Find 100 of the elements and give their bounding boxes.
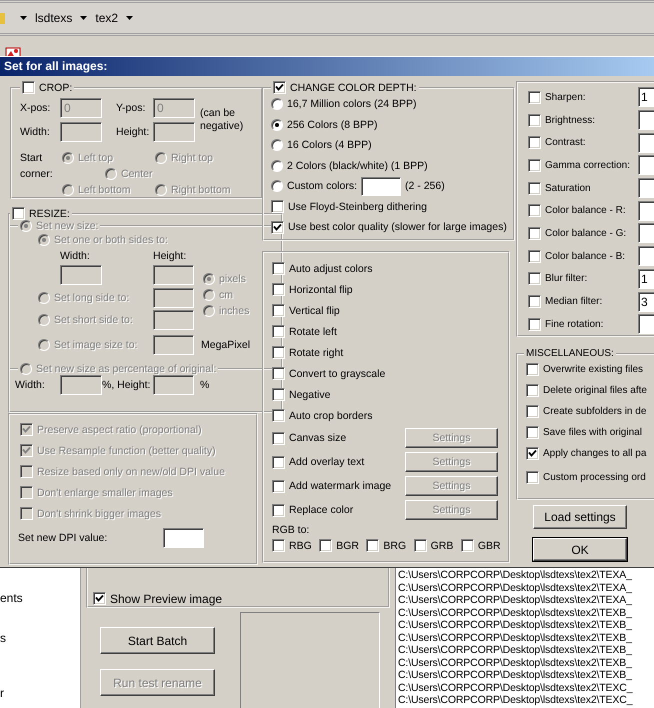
breadcrumb[interactable]: lsdtexs	[34, 11, 74, 25]
radio-button[interactable]	[271, 160, 283, 172]
checkbox[interactable]	[528, 295, 541, 308]
input-field[interactable]	[60, 375, 102, 395]
breadcrumb[interactable]: tex2	[94, 11, 120, 25]
input-field[interactable]	[638, 178, 654, 198]
radio-button[interactable]	[38, 234, 50, 246]
input-field[interactable]	[638, 223, 654, 244]
radio-button[interactable]	[203, 289, 215, 301]
input-field[interactable]	[638, 110, 654, 130]
radio-button[interactable]	[20, 363, 32, 375]
checkbox[interactable]	[20, 465, 33, 478]
checkbox[interactable]	[528, 158, 541, 172]
file-path[interactable]: C:\Users\CORPCORP\Desktop\lsdtexs\tex2\TEXB_	[398, 656, 654, 669]
radio-button[interactable]	[38, 339, 50, 351]
file-path[interactable]: C:\Users\CORPCORP\Desktop\lsdtexs\tex2\TEXB_	[398, 632, 654, 644]
input-field[interactable]	[153, 288, 194, 308]
checkbox[interactable]	[528, 226, 541, 240]
radio-button[interactable]	[38, 292, 50, 304]
checkbox[interactable]	[526, 384, 539, 397]
checkbox[interactable]	[526, 363, 539, 376]
input-field[interactable]	[361, 176, 402, 196]
checkbox[interactable]	[272, 409, 285, 422]
checkbox[interactable]	[528, 90, 541, 104]
input-field[interactable]: 1	[638, 268, 654, 289]
radio-button[interactable]	[62, 184, 74, 196]
checkbox[interactable]	[272, 432, 285, 444]
file-path[interactable]: C:\Users\CORPCORP\Desktop\lsdtexs\tex2\TEXB_	[398, 606, 654, 619]
input-field[interactable]	[153, 310, 194, 330]
input-field[interactable]: 3	[638, 292, 654, 312]
input-field[interactable]	[60, 265, 102, 285]
checkbox[interactable]	[271, 220, 284, 234]
file-path[interactable]: C:\Users\CORPCORP\Desktop\lsdtexs\tex2\TEXA_	[398, 569, 654, 582]
radio-button[interactable]	[38, 314, 50, 326]
checkbox[interactable]	[272, 504, 285, 516]
radio-button[interactable]	[271, 98, 283, 110]
checkbox[interactable]	[528, 136, 541, 150]
radio-button[interactable]	[105, 168, 117, 180]
checkbox[interactable]	[20, 444, 33, 457]
checkbox[interactable]	[528, 114, 541, 127]
input-field[interactable]	[153, 335, 194, 355]
checkbox[interactable]	[20, 507, 33, 520]
radio-button[interactable]	[203, 273, 215, 285]
checkbox[interactable]	[272, 304, 285, 317]
checkbox[interactable]	[366, 539, 380, 552]
input-field[interactable]	[638, 314, 654, 334]
checkbox[interactable]	[22, 81, 35, 94]
checkbox[interactable]	[12, 207, 25, 220]
file-path[interactable]: C:\Users\CORPCORP\Desktop\lsdtexs\tex2\TEXA_	[398, 582, 654, 594]
checkbox[interactable]	[272, 456, 285, 468]
checkbox[interactable]	[272, 283, 285, 296]
checkbox[interactable]	[528, 250, 541, 263]
batch-button[interactable]: Start Batch	[100, 627, 215, 654]
input-field[interactable]	[60, 122, 102, 142]
checkbox[interactable]	[272, 388, 285, 401]
checkbox[interactable]	[526, 426, 539, 439]
dialog-button[interactable]: OK	[533, 538, 627, 561]
radio-button[interactable]	[62, 152, 74, 164]
file-path[interactable]: C:\Users\CORPCORP\Desktop\lsdtexs\tex2\TEXB_	[398, 669, 654, 682]
checkbox[interactable]	[20, 486, 33, 499]
radio-button[interactable]	[271, 180, 283, 192]
checkbox[interactable]	[272, 262, 285, 275]
checkbox[interactable]	[271, 200, 284, 214]
file-path[interactable]: C:\Users\CORPCORP\Desktop\lsdtexs\tex2\TEXB_	[398, 619, 654, 632]
file-path[interactable]: C:\Users\CORPCORP\Desktop\lsdtexs\tex2\TEXC_	[398, 682, 654, 694]
checkbox[interactable]	[528, 204, 541, 218]
radio-button[interactable]	[271, 118, 283, 131]
checkbox[interactable]	[319, 539, 332, 552]
checkbox[interactable]	[528, 318, 541, 331]
file-path[interactable]: C:\Users\CORPCORP\Desktop\lsdtexs\tex2\TEXC_	[398, 694, 654, 706]
checkbox[interactable]	[272, 480, 285, 492]
radio-button[interactable]	[203, 305, 215, 317]
radio-button[interactable]	[271, 139, 283, 152]
address-bar[interactable]: lsdtexs tex2	[0, 0, 654, 36]
input-field[interactable]	[153, 375, 194, 395]
checkbox[interactable]	[460, 539, 474, 552]
input-field[interactable]	[638, 155, 654, 176]
radio-button[interactable]	[155, 152, 167, 164]
nav-item[interactable]: s	[0, 631, 80, 646]
file-path[interactable]: C:\Users\CORPCORP\Desktop\lsdtexs\tex2\TEXA_	[398, 594, 654, 606]
file-path[interactable]: C:\Users\CORPCORP\Desktop\lsdtexs\tex2\TEXB_	[398, 644, 654, 656]
checkbox[interactable]	[272, 346, 285, 359]
checkbox[interactable]	[526, 470, 539, 484]
dialog-button[interactable]: Load settings	[533, 505, 627, 529]
checkbox[interactable]	[272, 325, 285, 338]
checkbox[interactable]	[20, 423, 33, 436]
radio-button[interactable]	[155, 184, 167, 196]
checkbox[interactable]	[93, 592, 106, 605]
input-field[interactable]	[638, 200, 654, 221]
input-field[interactable]	[638, 132, 654, 153]
checkbox[interactable]	[273, 81, 286, 94]
input-field[interactable]	[153, 265, 194, 285]
checkbox[interactable]	[272, 367, 285, 380]
checkbox[interactable]	[528, 182, 541, 195]
checkbox[interactable]	[526, 405, 539, 418]
checkbox[interactable]	[526, 447, 539, 460]
input-field[interactable]: 1	[638, 87, 654, 108]
input-field[interactable]	[153, 122, 195, 142]
input-field[interactable]	[638, 246, 654, 266]
radio-button[interactable]	[20, 220, 32, 232]
